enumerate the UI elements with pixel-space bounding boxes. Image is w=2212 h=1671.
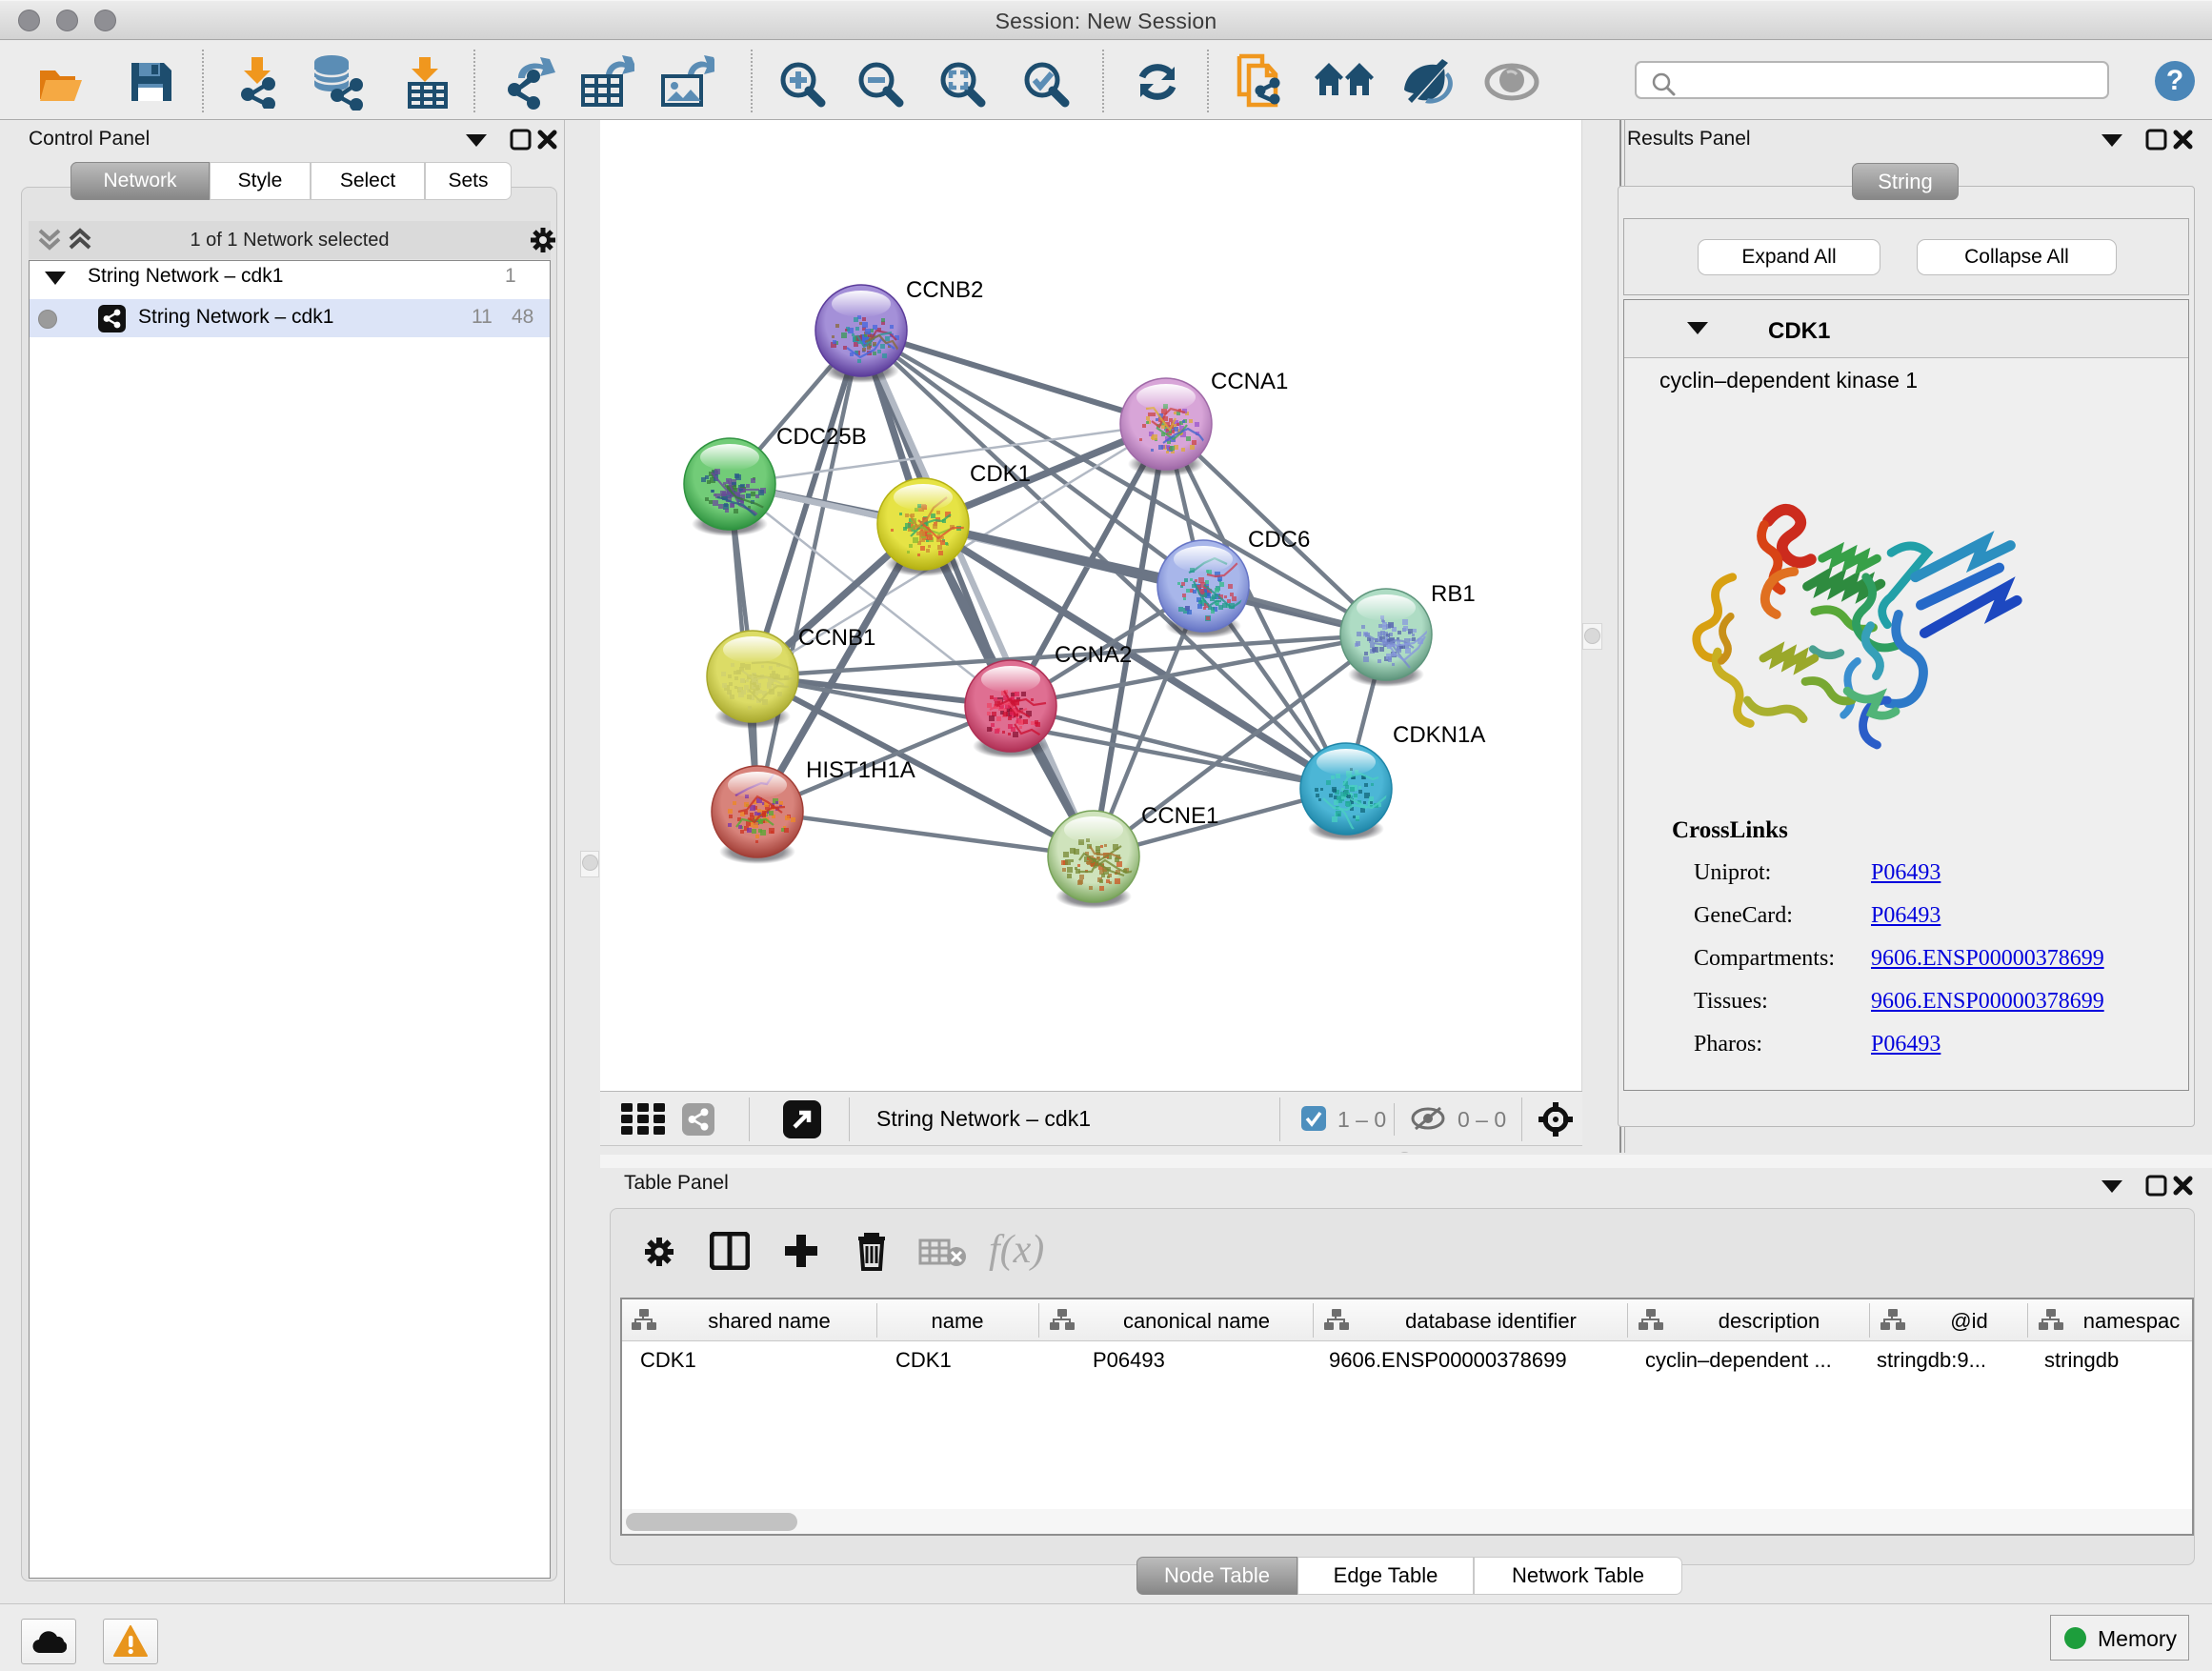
svg-text:CCNE1: CCNE1 — [1141, 803, 1218, 829]
svg-text:CDC25B: CDC25B — [776, 424, 867, 450]
svg-text:CCNB1: CCNB1 — [798, 625, 875, 651]
svg-text:RB1: RB1 — [1431, 581, 1476, 607]
svg-text:CDKN1A: CDKN1A — [1393, 722, 1485, 748]
svg-text:CDK1: CDK1 — [970, 461, 1031, 487]
svg-text:CCNB2: CCNB2 — [906, 277, 983, 303]
svg-text:CCNA1: CCNA1 — [1211, 369, 1288, 394]
svg-text:HIST1H1A: HIST1H1A — [806, 757, 915, 783]
svg-text:CDC6: CDC6 — [1248, 527, 1310, 553]
svg-text:CCNA2: CCNA2 — [1055, 642, 1132, 668]
